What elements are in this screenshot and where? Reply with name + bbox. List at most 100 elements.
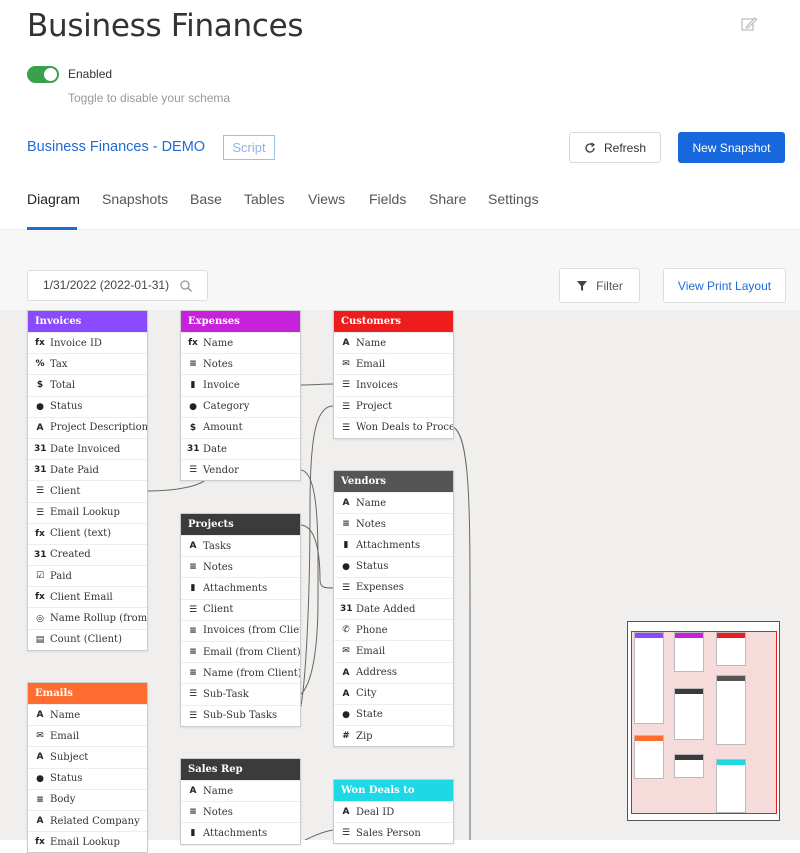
field-row[interactable]: ≡ Notes: [181, 801, 300, 822]
minimap-table: [634, 632, 664, 724]
field-row[interactable]: A Name: [28, 704, 147, 725]
tab-base[interactable]: Base: [190, 191, 222, 207]
field-name: Email Lookup: [50, 836, 120, 848]
print-layout-button[interactable]: View Print Layout: [663, 268, 786, 303]
table-card[interactable]: Emails A Name ✉ Email A Subject ● Status ≡ Body A Re…: [27, 682, 148, 853]
field-row[interactable]: ☰ Project: [334, 395, 453, 417]
field-row[interactable]: ● State: [334, 703, 453, 725]
table-header[interactable]: Customers: [334, 311, 453, 332]
tab-diagram[interactable]: Diagram: [27, 191, 80, 207]
field-row[interactable]: ✉ Email: [28, 725, 147, 746]
field-row[interactable]: A Subject: [28, 746, 147, 767]
field-row[interactable]: ≡ Name (from Client): [181, 662, 300, 683]
field-row[interactable]: ▮ Attachments: [334, 534, 453, 555]
field-row[interactable]: 31 Date Invoiced: [28, 437, 147, 459]
field-row[interactable]: 31 Date Added: [334, 597, 453, 619]
tab-settings[interactable]: Settings: [488, 191, 539, 207]
field-row[interactable]: ✆ Phone: [334, 619, 453, 640]
table-header[interactable]: Sales Rep: [181, 759, 300, 780]
field-row[interactable]: ● Category: [181, 395, 300, 417]
field-row[interactable]: ◎ Name Rollup (from Cl...: [28, 607, 147, 628]
field-row[interactable]: # Zip: [334, 725, 453, 746]
field-row[interactable]: A Tasks: [181, 535, 300, 556]
field-row[interactable]: A Name: [334, 492, 453, 513]
table-header[interactable]: Emails: [28, 683, 147, 704]
table-header[interactable]: Vendors: [334, 471, 453, 492]
field-row[interactable]: % Tax: [28, 353, 147, 374]
field-row[interactable]: ▮ Attachments: [181, 822, 300, 843]
schema-toggle[interactable]: [27, 66, 59, 83]
field-row[interactable]: ☰ Vendor: [181, 459, 300, 480]
base-name-link[interactable]: Business Finances - DEMO: [27, 139, 205, 155]
field-row[interactable]: ≡ Notes: [181, 353, 300, 374]
table-card[interactable]: Won Deals to Process A Deal ID ☰ Sales Perso…: [333, 779, 454, 845]
field-name: Email: [50, 730, 80, 742]
field-row[interactable]: ✉ Email: [334, 640, 453, 661]
tab-snapshots[interactable]: Snapshots: [102, 191, 168, 207]
table-header[interactable]: Won Deals to Process: [334, 780, 453, 817]
field-row[interactable]: ☑ Paid: [28, 565, 147, 586]
field-row[interactable]: 31 Created: [28, 543, 147, 565]
field-row[interactable]: ● Status: [28, 395, 147, 417]
field-row[interactable]: 31 Date: [181, 437, 300, 459]
filter-button[interactable]: Filter: [559, 268, 640, 303]
field-row[interactable]: ☰ Sub-Task: [181, 683, 300, 704]
field-row[interactable]: A Related Company: [28, 809, 147, 831]
new-snapshot-button[interactable]: New Snapshot: [678, 132, 785, 163]
field-type-icon: ≡: [189, 562, 197, 573]
table-card[interactable]: Invoices fx Invoice ID% Tax $ Total ● Status A Pr…: [27, 310, 148, 651]
field-row[interactable]: A Name: [181, 780, 300, 801]
tab-fields[interactable]: Fields: [369, 191, 406, 207]
field-row[interactable]: ✉ Email: [334, 353, 453, 374]
table-card[interactable]: Vendors A Name ≡ Notes ▮ Attachments ● Status ☰ Ex…: [333, 470, 454, 748]
field-row[interactable]: ≡ Body: [28, 788, 147, 810]
field-row[interactable]: ☰ Sales Person: [334, 822, 453, 843]
field-row[interactable]: fx Client (text): [28, 522, 147, 544]
field-row[interactable]: ● Status: [28, 767, 147, 789]
field-row[interactable]: ☰ Client: [28, 480, 147, 501]
table-card[interactable]: Expenses fx Name ≡ Notes ▮ Invoice ● Category $ Am…: [180, 310, 301, 482]
tab-views[interactable]: Views: [308, 191, 345, 207]
field-row[interactable]: ☰ Expenses: [334, 576, 453, 598]
script-badge[interactable]: Script: [223, 135, 275, 160]
search-icon: [180, 280, 192, 292]
field-row[interactable]: fx Client Email: [28, 586, 147, 607]
field-row[interactable]: fx Name: [181, 332, 300, 353]
table-header[interactable]: Expenses: [181, 311, 300, 332]
field-row[interactable]: ☰ Client: [181, 598, 300, 620]
field-row[interactable]: A Project Description: [28, 416, 147, 438]
table-header[interactable]: Projects: [181, 514, 300, 535]
field-row[interactable]: $ Total: [28, 374, 147, 395]
table-card[interactable]: Projects A Tasks ≡ Notes ▮ Attachments ☰ Client ≡…: [180, 513, 301, 727]
table-card[interactable]: Sales Rep A Name ≡ Notes ▮ Attachments: [180, 758, 301, 845]
field-row[interactable]: ☰ Sub-Sub Tasks: [181, 704, 300, 726]
table-card[interactable]: Customers A Name ✉ Email ☰ Invoices ☰ Project ☰ Wo…: [333, 310, 454, 439]
tab-share[interactable]: Share: [429, 191, 466, 207]
field-row[interactable]: ≡ Notes: [181, 556, 300, 577]
field-row[interactable]: ☰ Email Lookup: [28, 501, 147, 523]
edit-icon[interactable]: [740, 15, 758, 33]
field-row[interactable]: A City: [334, 682, 453, 704]
field-row[interactable]: 31 Date Paid: [28, 459, 147, 480]
table-header[interactable]: Invoices: [28, 311, 147, 332]
field-row[interactable]: ≡ Invoices (from Client): [181, 619, 300, 641]
field-row[interactable]: ▮ Invoice: [181, 374, 300, 395]
date-picker[interactable]: 1/31/2022 (2022-01-31): [27, 270, 208, 301]
field-row[interactable]: ▮ Attachments: [181, 577, 300, 598]
refresh-button[interactable]: Refresh: [569, 132, 661, 163]
field-row[interactable]: fx Email Lookup: [28, 831, 147, 852]
field-row[interactable]: fx Invoice ID: [28, 332, 147, 353]
field-row[interactable]: $ Amount: [181, 416, 300, 438]
field-row[interactable]: A Address: [334, 661, 453, 683]
field-row[interactable]: ▤ Count (Client): [28, 628, 147, 650]
tab-tables[interactable]: Tables: [244, 191, 284, 207]
field-row[interactable]: A Name: [334, 332, 453, 353]
field-row[interactable]: ≡ Notes: [334, 513, 453, 534]
field-row[interactable]: ☰ Won Deals to Process: [334, 416, 453, 438]
field-type-icon: ●: [36, 401, 44, 412]
field-row[interactable]: ☰ Invoices: [334, 374, 453, 395]
field-row[interactable]: ≡ Email (from Client): [181, 640, 300, 662]
minimap[interactable]: [627, 621, 780, 821]
field-name: Notes: [203, 561, 233, 573]
field-row[interactable]: ● Status: [334, 555, 453, 577]
